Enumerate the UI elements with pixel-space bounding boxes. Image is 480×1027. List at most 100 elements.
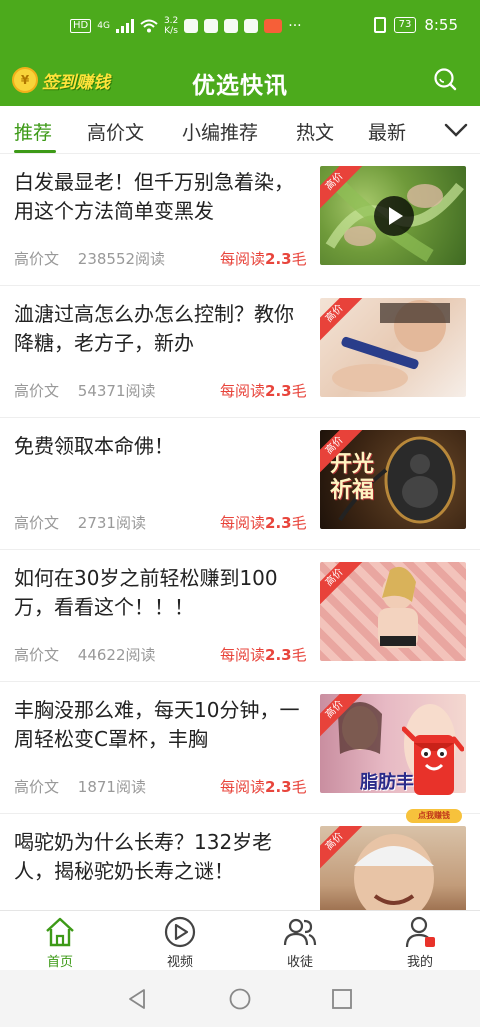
app-header: ¥ 签到赚钱 优选快讯 [0,56,480,106]
nav-profile[interactable]: 我的 [380,915,460,970]
nav-profile-label: 我的 [406,955,433,970]
article-reward: 每阅读2.3毛 [220,380,307,401]
nav-apprentice-label: 收徒 [286,955,313,970]
article-category: 高价文 [14,514,60,532]
article-meta: 高价文 44622阅读 [14,644,170,665]
home-icon [46,917,74,947]
vibrate-icon [373,17,386,33]
news-app-icon [264,19,283,33]
wifi-icon [140,19,158,33]
reward-unit: 毛 [291,778,307,796]
reward-value: 2.3 [265,514,292,532]
earn-money-float-button[interactable]: 点我赚钱 [401,699,465,827]
article-thumbnail: 开光祈福 高价 [320,430,466,529]
more-notifications: ··· [288,18,302,34]
article-meta: 高价文 2731阅读 [14,512,160,533]
article-item[interactable]: 喝驼奶为什么长寿？132岁老人，揭秘驼奶长寿之谜！ 高价 [0,814,480,910]
article-thumbnail: 高价 [320,826,466,910]
net-speed: 3.2 K/s [164,16,178,36]
reward-unit: 毛 [291,250,307,268]
article-reward: 每阅读2.3毛 [220,776,307,797]
article-category: 高价文 [14,250,60,268]
tab-hot[interactable]: 热文 [296,118,334,145]
article-reward: 每阅读2.3毛 [220,644,307,665]
video-icon [164,916,196,948]
app-store-icon [244,19,259,33]
net-speed-value: 3.2 [163,16,179,26]
tab-editor-picks[interactable]: 小编推荐 [182,118,258,145]
reward-value: 2.3 [265,382,292,400]
reward-value: 2.3 [265,250,292,268]
reward-value: 2.3 [265,778,292,796]
nav-home-label: 首页 [46,955,73,970]
play-icon[interactable] [374,196,414,236]
profile-icon [405,916,435,948]
home-system-icon[interactable] [229,988,251,1010]
article-item[interactable]: 洫溏过高怎么办怎么控制？教你降糖，老方子，新办 高价文 54371阅读 每阅读2… [0,286,480,418]
android-app-icon [184,19,199,33]
article-category: 高价文 [14,382,60,400]
reward-unit: 毛 [291,514,307,532]
reward-prefix: 每阅读 [220,646,266,664]
reward-prefix: 每阅读 [220,514,266,532]
article-title: 洫溏过高怎么办怎么控制？教你降糖，老方子，新办 [14,302,294,355]
thumbnail-caption: 开光祈福 [330,452,375,503]
nav-video-label: 视频 [166,955,193,970]
reward-unit: 毛 [291,382,307,400]
article-item[interactable]: 白发最显老！但千万别急着染，用这个方法简单变黑发 高价文 238552阅读 每阅… [0,154,480,286]
nav-apprentice[interactable]: 收徒 [260,915,340,970]
article-feed: 白发最显老！但千万别急着染，用这个方法简单变黑发 高价文 238552阅读 每阅… [0,154,480,910]
category-tabs: 推荐 高价文 小编推荐 热文 最新 [0,106,480,154]
reward-prefix: 每阅读 [220,250,266,268]
nav-video[interactable]: 视频 [140,915,220,970]
photo-app-icon [204,19,219,33]
article-reads: 238552阅读 [77,250,166,268]
article-meta: 高价文 238552阅读 [14,248,179,269]
users-icon [283,918,317,946]
network-type: 4G [97,21,110,31]
reward-value: 2.3 [265,646,292,664]
chevron-down-icon[interactable] [444,120,468,140]
signal-icon [115,19,134,33]
qq-app-icon [224,19,239,33]
reward-prefix: 每阅读 [220,778,266,796]
article-meta: 高价文 54371阅读 [14,380,170,401]
article-reward: 每阅读2.3毛 [220,248,307,269]
article-title: 白发最显老！但千万别急着染，用这个方法简单变黑发 [14,170,294,223]
article-title: 免费领取本命佛！ [14,434,174,458]
app-title: 优选快讯 [192,73,288,99]
article-title: 丰胸没那么难，每天10分钟，一周轻松变C罩杯，丰胸 [14,698,300,751]
back-icon[interactable] [126,988,148,1010]
article-item[interactable]: 如何在30岁之前轻松赚到100万，看看这个！！！ 高价文 44622阅读 每阅读… [0,550,480,682]
article-reward: 每阅读2.3毛 [220,512,307,533]
article-title: 喝驼奶为什么长寿？132岁老人，揭秘驼奶长寿之谜！ [14,830,273,883]
article-reads: 54371阅读 [77,382,156,400]
hd-indicator: HD [70,19,92,33]
search-icon[interactable] [432,66,458,92]
article-item[interactable]: 免费领取本命佛！ 高价文 2731阅读 每阅读2.3毛 开光祈福 高价 [0,418,480,550]
article-category: 高价文 [14,778,60,796]
status-bar: HD 4G 3.2 K/s ··· 73 8:55 [0,0,480,56]
article-category: 高价文 [14,646,60,664]
article-thumbnail: 高价 [320,298,466,397]
float-button-label: 点我赚钱 [418,811,450,820]
tab-high-price[interactable]: 高价文 [87,118,144,145]
article-reads: 2731阅读 [77,514,146,532]
status-right: 73 8:55 [373,16,458,34]
article-reads: 44622阅读 [77,646,156,664]
red-packet-icon [401,726,465,823]
tab-latest[interactable]: 最新 [368,118,406,145]
net-speed-unit: K/s [164,26,178,36]
tab-recommend[interactable]: 推荐 [14,118,52,145]
article-meta: 高价文 1871阅读 [14,776,160,797]
article-reads: 1871阅读 [77,778,146,796]
reward-prefix: 每阅读 [220,382,266,400]
article-thumbnail: 高价 [320,166,466,265]
system-navigation-bar [0,970,480,1027]
recents-icon[interactable] [331,988,353,1010]
bottom-navigation: 首页 视频 收徒 我的 [0,910,480,970]
status-left: HD 4G 3.2 K/s ··· [70,16,302,36]
nav-home[interactable]: 首页 [20,915,100,970]
active-tab-indicator [14,150,56,153]
clock: 8:55 [424,16,458,34]
